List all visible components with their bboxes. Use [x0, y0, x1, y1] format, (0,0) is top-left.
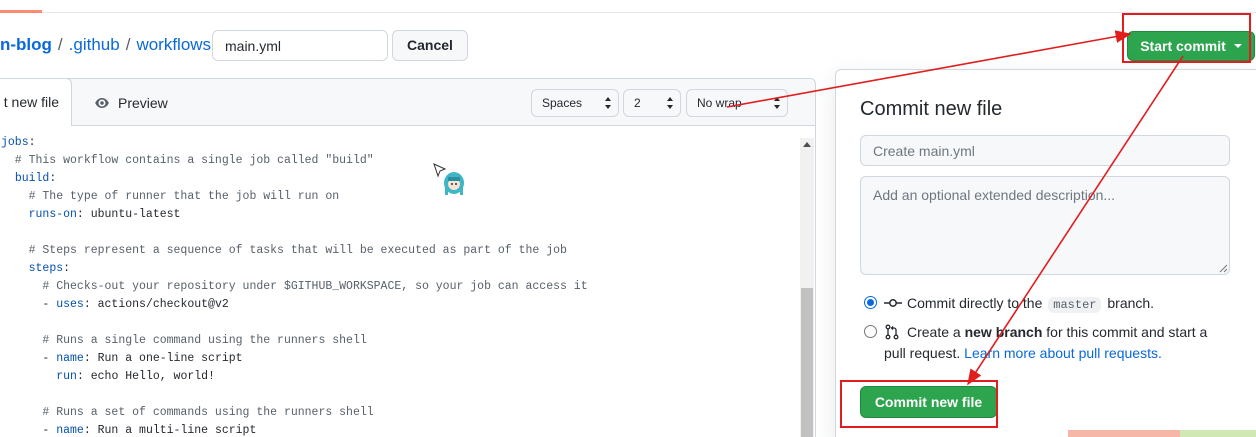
commit-icon [884, 299, 902, 307]
eye-icon [94, 95, 110, 111]
breadcrumb-separator: / [125, 35, 131, 54]
branch-name-badge: master [1048, 297, 1102, 313]
top-divider [0, 12, 1256, 13]
tab-preview[interactable]: Preview [94, 79, 168, 126]
yaml-key: name [56, 352, 84, 365]
learn-more-link[interactable]: Learn more about pull requests. [964, 345, 1162, 361]
commit-direct-suffix: branch. [1107, 295, 1155, 311]
scrollbar-thumb[interactable] [801, 288, 813, 437]
annotation-box-start-commit [1122, 13, 1251, 63]
annotation-box-commit-button [840, 380, 998, 428]
cancel-button[interactable]: Cancel [392, 30, 468, 61]
yaml-key: jobs [1, 136, 29, 149]
new-branch-label: Create a new branch for this commit and … [907, 324, 1207, 340]
tab-edit-new-file[interactable]: t new file [0, 78, 72, 126]
editor-toolbar: t new file Preview Spaces 2 No wrap [0, 78, 815, 126]
code-line: - name: Run a one-line script [1, 352, 243, 365]
yaml-key: steps [28, 262, 64, 275]
yaml-key: build [14, 172, 50, 185]
breadcrumb-workflows-link[interactable]: workflows [136, 35, 211, 55]
code-line: # Runs a single command using the runner… [1, 334, 367, 347]
breadcrumb: n-blog / .github / workflows / [0, 30, 228, 60]
select-arrows-icon [774, 97, 780, 109]
screen-root: { "breadcrumb": { "repo": "n-blog", "sep… [0, 0, 1256, 437]
indent-size-value: 2 [634, 96, 641, 110]
code-line: # This workflow contains a single job ca… [1, 154, 374, 167]
code-line: jobs: [1, 136, 36, 149]
code-line: steps: [28, 262, 71, 275]
new-branch-text-b: for this commit and start a [1046, 324, 1208, 340]
new-branch-radio[interactable] [864, 325, 877, 338]
breadcrumb-github-link[interactable]: .github [69, 35, 120, 55]
indent-size-select[interactable]: 2 [623, 89, 681, 117]
commit-direct-prefix: Commit directly to the [907, 295, 1043, 311]
active-tab-underline [0, 10, 42, 13]
code-line: # Steps represent a sequence of tasks th… [1, 244, 567, 257]
code-line: build: [14, 172, 57, 185]
new-branch-text-c: pull request. [884, 345, 961, 361]
code-editor-area[interactable]: jobs: # This workflow contains a single … [0, 134, 797, 437]
yaml-key: uses [56, 298, 84, 311]
code-line: runs-on: ubuntu-latest [28, 208, 181, 221]
select-arrows-icon [605, 97, 611, 109]
pull-request-icon [885, 324, 899, 340]
corner-decoration [1068, 430, 1180, 437]
yaml-key: runs-on [28, 208, 77, 221]
select-arrows-icon [667, 97, 673, 109]
breadcrumb-repo-link[interactable]: n-blog [0, 35, 52, 55]
yaml-key: name [56, 424, 84, 437]
code-line: # Runs a set of commands using the runne… [1, 406, 374, 419]
new-branch-bold: new branch [964, 324, 1043, 340]
new-branch-text-a: Create a [907, 324, 961, 340]
code-line: run: echo Hello, world! [56, 370, 215, 383]
commit-direct-radio[interactable] [864, 296, 877, 309]
code-line: # The type of runner that the job will r… [1, 190, 340, 203]
commit-description-textarea[interactable] [860, 176, 1230, 275]
yaml-key: run [56, 370, 77, 383]
tab-preview-label: Preview [118, 94, 168, 111]
wrap-mode-value: No wrap [697, 96, 742, 110]
breadcrumb-separator: / [57, 35, 63, 54]
indent-mode-select[interactable]: Spaces [531, 89, 619, 117]
commit-panel-title: Commit new file [860, 98, 1003, 120]
indent-mode-value: Spaces [542, 96, 583, 110]
code-line: - uses: actions/checkout@v2 [1, 298, 229, 311]
corner-decoration [1180, 430, 1256, 437]
commit-summary-input[interactable] [860, 135, 1230, 166]
commit-direct-label: Commit directly to the master branch. [907, 295, 1154, 313]
wrap-mode-select[interactable]: No wrap [686, 89, 788, 117]
code-line: - name: Run a multi-line script [1, 424, 257, 437]
filename-input[interactable] [212, 30, 388, 61]
scroll-up-arrow-icon[interactable] [803, 142, 811, 147]
resize-grip-icon[interactable] [1219, 264, 1228, 273]
code-line: # Checks-out your repository under $GITH… [1, 280, 588, 293]
file-editor: t new file Preview Spaces 2 No wrap jobs… [0, 78, 816, 437]
mascot-cursor-icon [433, 163, 464, 195]
new-branch-label-cont: pull request. Learn more about pull requ… [884, 345, 1162, 361]
